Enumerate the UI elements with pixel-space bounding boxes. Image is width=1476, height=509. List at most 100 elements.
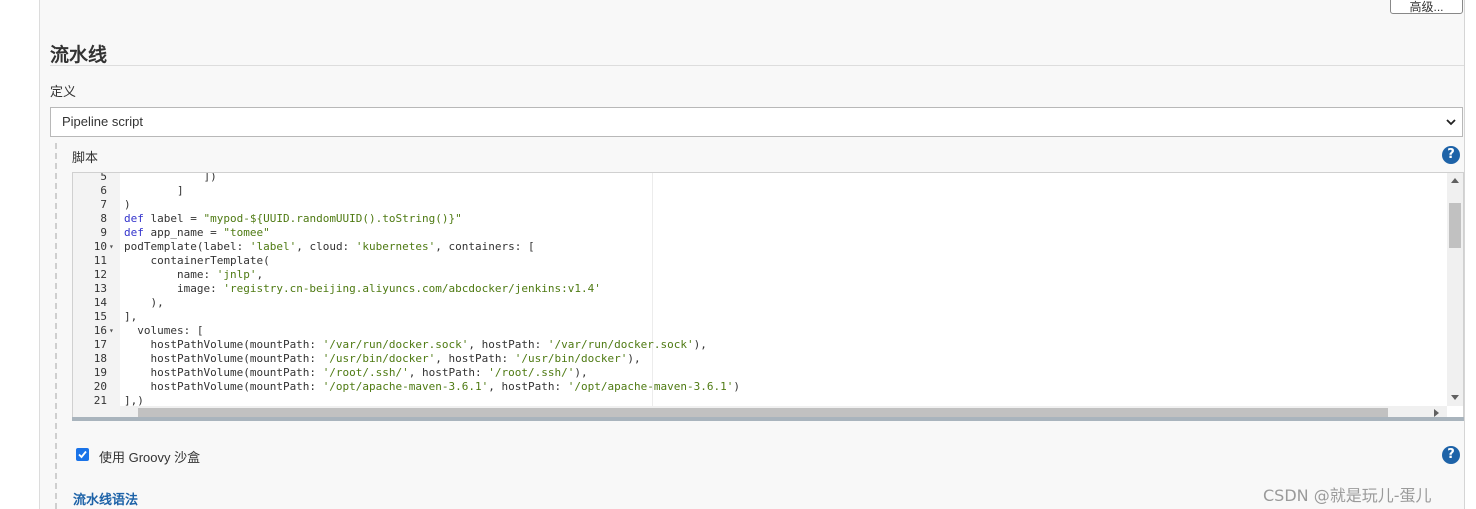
code-token: label = [143, 212, 204, 225]
line-number: 12 [93, 268, 107, 281]
line-number: 21 [93, 394, 107, 406]
code-token: hostPathVolume(mountPath: [124, 380, 323, 393]
code-token: containerTemplate( [124, 254, 270, 267]
code-text: def label = "mypod-${UUID.randomUUID().t… [124, 212, 462, 226]
code-token: ) [124, 198, 131, 211]
script-label: 脚本 [72, 150, 99, 165]
code-token: ), [124, 296, 164, 309]
scroll-right-icon[interactable] [1434, 409, 1439, 417]
code-text: def app_name = "tomee" [124, 226, 270, 240]
advanced-button[interactable]: 高级... [1390, 0, 1463, 14]
checkmark-icon [78, 450, 87, 459]
code-token: app_name = [143, 226, 224, 239]
code-text: image: 'registry.cn-beijing.aliyuncs.com… [124, 282, 601, 296]
code-string: '/usr/bin/docker' [514, 352, 628, 365]
code-token: ] [124, 184, 184, 197]
code-string: '/root/.ssh/' [322, 366, 409, 379]
line-number: 14 [93, 296, 107, 309]
fold-toggle-icon[interactable]: ▾ [109, 324, 117, 338]
help-icon[interactable]: ? [1442, 146, 1460, 164]
chevron-down-icon [1446, 119, 1456, 126]
code-token: ],) [124, 394, 144, 406]
code-string: '/usr/bin/docker' [322, 352, 436, 365]
code-string: '/opt/apache-maven-3.6.1' [322, 380, 489, 393]
editor-resize-bar[interactable] [72, 417, 1464, 421]
code-text: hostPathVolume(mountPath: '/var/run/dock… [124, 338, 707, 352]
code-token: , cloud: [296, 240, 356, 253]
code-token: ), [627, 352, 641, 365]
line-number: 5 [100, 173, 107, 183]
code-text: volumes: [ [124, 324, 203, 338]
code-string: "tomee" [223, 226, 270, 239]
definition-label: 定义 [50, 84, 77, 99]
code-token: , hostPath: [488, 380, 568, 393]
code-token: , [256, 268, 264, 281]
code-text: hostPathVolume(mountPath: '/root/.ssh/',… [124, 366, 588, 380]
code-token: hostPathVolume(mountPath: [124, 338, 323, 351]
code-token: , hostPath: [435, 352, 515, 365]
line-number: 17 [93, 338, 107, 351]
line-number: 9 [100, 226, 107, 239]
line-number: 20 [93, 380, 107, 393]
code-token: volumes: [ [124, 324, 204, 337]
code-text: ] [124, 184, 184, 198]
line-number: 6 [100, 184, 107, 197]
line-number: 13 [93, 282, 107, 295]
line-number: 10 [93, 240, 107, 253]
help-icon[interactable]: ? [1442, 446, 1460, 464]
section-title: 流水线 [50, 45, 108, 66]
line-number: 11 [93, 254, 107, 267]
code-token: , containers: [ [435, 240, 535, 253]
pipeline-config-panel: 高级... 流水线 定义 Pipeline script 脚本 ? 5 ]) 6 … [40, 0, 1464, 509]
code-keyword: def [124, 226, 144, 239]
code-token: ], [124, 310, 138, 323]
code-text: ], [124, 310, 137, 324]
line-number: 7 [100, 198, 107, 211]
code-keyword: def [124, 212, 144, 225]
definition-select[interactable]: Pipeline script [50, 107, 1463, 137]
code-token: hostPathVolume(mountPath: [124, 352, 323, 365]
code-token: image: [124, 282, 224, 295]
left-gutter-strip [0, 0, 40, 509]
code-token: name: [124, 268, 217, 281]
code-token: ]) [124, 173, 217, 183]
code-token: , hostPath: [408, 366, 489, 379]
line-number: 16 [93, 324, 107, 337]
editor-vertical-scrollbar[interactable] [1447, 173, 1463, 406]
line-number: 19 [93, 366, 107, 379]
groovy-sandbox-checkbox[interactable] [76, 448, 89, 461]
code-text: ],) [124, 394, 144, 406]
code-token: podTemplate(label: [124, 240, 250, 253]
section-divider [50, 65, 1464, 66]
scrollbar-thumb[interactable] [1449, 203, 1461, 248]
code-string: 'label' [249, 240, 297, 253]
line-number: 8 [100, 212, 107, 225]
code-text: podTemplate(label: 'label', cloud: 'kube… [124, 240, 535, 254]
code-text: ), [124, 296, 164, 310]
code-text: name: 'jnlp', [124, 268, 263, 282]
code-string: 'kubernetes' [355, 240, 436, 253]
line-number: 15 [93, 310, 107, 323]
nested-section-guide [55, 143, 57, 509]
code-string: '/var/run/docker.sock' [322, 338, 469, 351]
fold-toggle-icon[interactable]: ▾ [109, 240, 117, 254]
code-text: ]) [124, 173, 217, 184]
code-token: ), [693, 338, 707, 351]
groovy-sandbox-label[interactable]: 使用 Groovy 沙盒 [99, 447, 200, 466]
pipeline-syntax-link[interactable]: 流水线语法 [73, 489, 138, 508]
code-text: hostPathVolume(mountPath: '/usr/bin/dock… [124, 352, 641, 366]
code-text: hostPathVolume(mountPath: '/opt/apache-m… [124, 380, 740, 394]
scroll-up-icon[interactable] [1451, 178, 1459, 183]
definition-select-value: Pipeline script [62, 114, 143, 129]
code-string: 'registry.cn-beijing.aliyuncs.com/abcdoc… [223, 282, 601, 295]
code-string: '/root/.ssh/' [488, 366, 575, 379]
page-scrollbar[interactable] [1464, 0, 1476, 509]
code-token: ) [733, 380, 740, 393]
script-editor[interactable]: 5 ]) 6 ] 7) 8 def label = "mypod-${UUID.rand… [72, 172, 1464, 421]
line-number: 18 [93, 352, 107, 365]
scroll-down-icon[interactable] [1451, 395, 1459, 400]
code-token: ), [574, 366, 588, 379]
code-string: 'jnlp' [216, 268, 257, 281]
code-string: "mypod-${UUID.randomUUID().toString()}" [203, 212, 462, 225]
watermark: CSDN @就是玩儿-蛋儿 [1263, 486, 1432, 505]
